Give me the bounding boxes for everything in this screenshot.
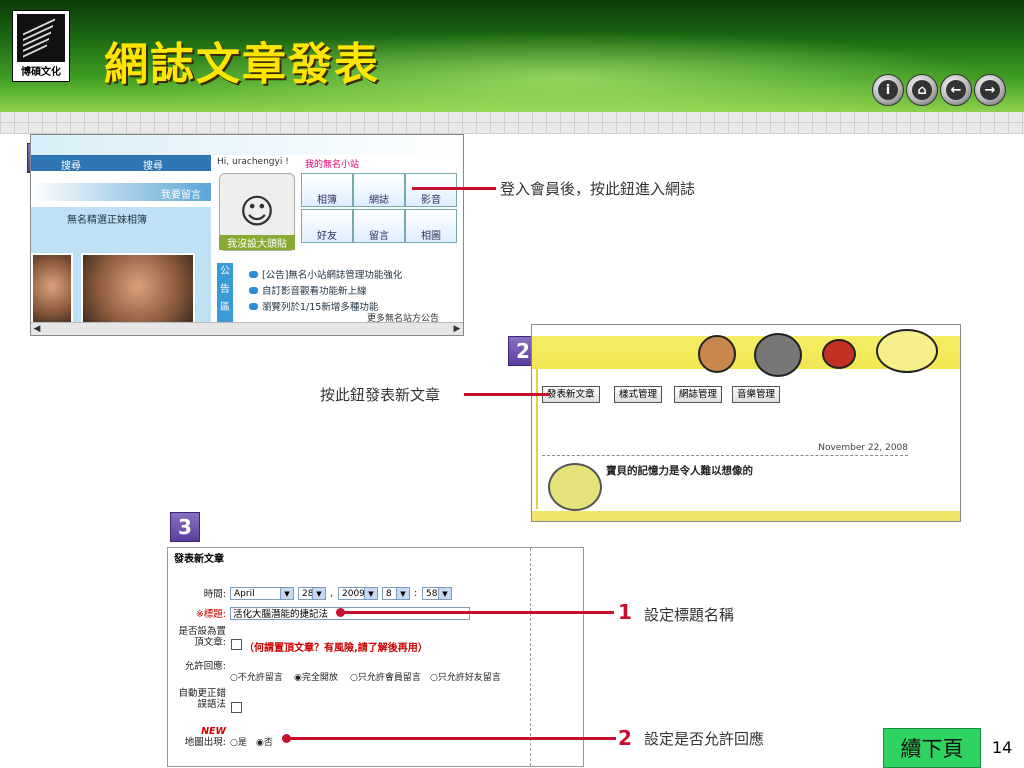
s3-new-badge: NEW	[201, 726, 226, 737]
s3-pin-checkbox[interactable]	[231, 639, 242, 650]
s1-top-banner	[31, 135, 463, 155]
dropdown-arrow-icon: ▼	[280, 588, 293, 599]
s3-minute-select[interactable]: 58 ▼	[422, 587, 452, 600]
s2-cartoon-face	[698, 335, 736, 373]
dropdown-arrow-icon: ▼	[364, 588, 377, 599]
step2-screenshot: 發表新文章 樣式管理 網誌管理 音樂管理 November 22, 2008 寶…	[531, 324, 961, 522]
dropdown-arrow-icon: ▼	[396, 588, 409, 599]
scroll-right-icon[interactable]: ▶	[451, 323, 463, 335]
logo-text: 博碩文化	[21, 67, 61, 78]
s2-left-border	[536, 369, 538, 509]
s3-time-label: 時間:	[203, 589, 226, 600]
dropdown-arrow-icon: ▼	[312, 588, 325, 599]
s3-reply-option[interactable]: ○只允許會員留言	[350, 670, 421, 683]
nav-buttons: i ⌂ ← →	[872, 74, 1006, 106]
s3-form-title: 發表新文章	[174, 554, 224, 565]
s1-news-item[interactable]: 瀏覽列於1/15新增多種功能	[249, 299, 378, 313]
s1-search-label: 搜尋	[61, 161, 81, 172]
header-grid-strip	[0, 112, 1024, 134]
step1-screenshot: 搜尋 搜尋 我要留言 無名精選正妹相簿 Hi, urachengyi ! 我的無…	[30, 134, 464, 336]
s1-scrollbar[interactable]: ◀ ▶	[31, 322, 463, 335]
slide-title: 網誌文章發表	[104, 39, 380, 90]
s1-video-button[interactable]: 影音	[405, 173, 457, 207]
s1-album-button[interactable]: 相簿	[301, 173, 353, 207]
s3-pin-warning[interactable]: （何謂置頂文章？有風險,請了解後再用）	[244, 639, 428, 654]
step3-callout1-text: 設定標題名稱	[644, 606, 735, 624]
s1-greeting: Hi, urachengyi !	[217, 157, 289, 167]
s3-autocorrect-checkbox[interactable]	[231, 702, 242, 713]
s1-avatar-label: 我沒設大頭貼	[219, 235, 295, 250]
s2-music-button[interactable]: 音樂管理	[732, 386, 781, 403]
s2-blog-manage-button[interactable]: 網誌管理	[674, 386, 723, 403]
step3-callout2-text: 設定是否允許回應	[644, 730, 765, 748]
s1-message-link[interactable]: 我要留言	[161, 186, 201, 201]
dropdown-arrow-icon: ▼	[438, 588, 451, 599]
s1-search-button[interactable]: 搜尋	[143, 157, 163, 172]
s3-month-select[interactable]: April ▼	[230, 587, 294, 600]
info-icon[interactable]: i	[872, 74, 904, 106]
page-number: 14	[992, 738, 1013, 757]
s3-pin-label: 是否設為置頂文章:	[178, 626, 226, 648]
forward-arrow-icon[interactable]: →	[974, 74, 1006, 106]
s3-autocorrect-label: 自動更正錯誤語法	[178, 688, 226, 710]
s3-yes-radio[interactable]: ○是	[230, 735, 247, 748]
step-badge-3: 3	[170, 512, 200, 542]
step3-callout1-num: 1	[618, 600, 632, 624]
s2-bottom-bar	[532, 511, 960, 521]
publisher-logo: 博碩文化	[12, 10, 70, 82]
s1-guestbook-button[interactable]: 留言	[353, 209, 405, 243]
next-page-button[interactable]: 續下頁	[883, 728, 981, 768]
step2-callout-line	[464, 393, 550, 396]
s3-reply-label: 允許回應:	[184, 661, 226, 672]
step1-callout-line	[412, 187, 496, 190]
s3-reply-option[interactable]: ◉完全開放	[294, 670, 338, 683]
s3-no-radio[interactable]: ◉否	[256, 735, 273, 748]
s1-map-button[interactable]: 相圖	[405, 209, 457, 243]
back-arrow-icon[interactable]: ←	[940, 74, 972, 106]
step3-callout1-line	[344, 611, 614, 614]
s1-news-item[interactable]: 自訂影音觀看功能新上線	[249, 283, 367, 297]
step1-callout: 登入會員後，按此鈕進入網誌	[500, 180, 696, 198]
s2-cartoon-face	[754, 333, 802, 377]
s3-reply-option[interactable]: ○不允許留言	[230, 670, 283, 683]
s3-divider	[530, 548, 531, 766]
s3-day-select[interactable]: 28 ▼	[298, 587, 326, 600]
s1-photo-2	[81, 253, 195, 327]
scroll-left-icon[interactable]: ◀	[31, 323, 43, 335]
s2-post-title[interactable]: 寶貝的記憶力是令人難以想像的	[606, 463, 753, 478]
step3-screenshot: 發表新文章 時間: April ▼ 28 ▼ , 2009 ▼ 8 ▼ : 58 ▼ ※標…	[167, 547, 584, 767]
home-icon[interactable]: ⌂	[906, 74, 938, 106]
s1-board-label: 公告區	[217, 263, 233, 325]
s1-news-item[interactable]: [公告]無名小站網誌管理功能強化	[249, 267, 402, 281]
s1-friends-button[interactable]: 好友	[301, 209, 353, 243]
s1-photo-1	[31, 253, 73, 327]
logo-mark	[17, 14, 65, 62]
s2-cartoon-face	[876, 329, 938, 373]
step3-callout2-num: 2	[618, 726, 632, 750]
s2-mascot	[548, 463, 602, 511]
s3-title-label: ※標題:	[195, 609, 226, 620]
slide-header: 博碩文化 網誌文章發表 i ⌂ ← →	[0, 0, 1024, 112]
s1-album-title: 無名精選正妹相簿	[67, 215, 147, 226]
step3-callout2-line	[290, 737, 616, 740]
s3-hour-select[interactable]: 8 ▼	[382, 587, 410, 600]
s3-year-select[interactable]: 2009 ▼	[338, 587, 378, 600]
s1-search-bar	[31, 155, 211, 171]
s3-reply-option[interactable]: ○只允許好友留言	[430, 670, 501, 683]
s1-pink-link[interactable]: 我的無名小站	[305, 157, 359, 170]
s3-show-label: 地圖出現:	[184, 737, 226, 748]
s2-post-date: November 22, 2008	[818, 443, 908, 453]
step2-callout: 按此鈕發表新文章	[320, 386, 441, 404]
s2-cartoon-face	[822, 339, 856, 369]
s2-divider	[542, 455, 908, 456]
s2-style-button[interactable]: 樣式管理	[614, 386, 663, 403]
s2-new-post-button[interactable]: 發表新文章	[542, 386, 600, 403]
s1-blog-button[interactable]: 網誌	[353, 173, 405, 207]
